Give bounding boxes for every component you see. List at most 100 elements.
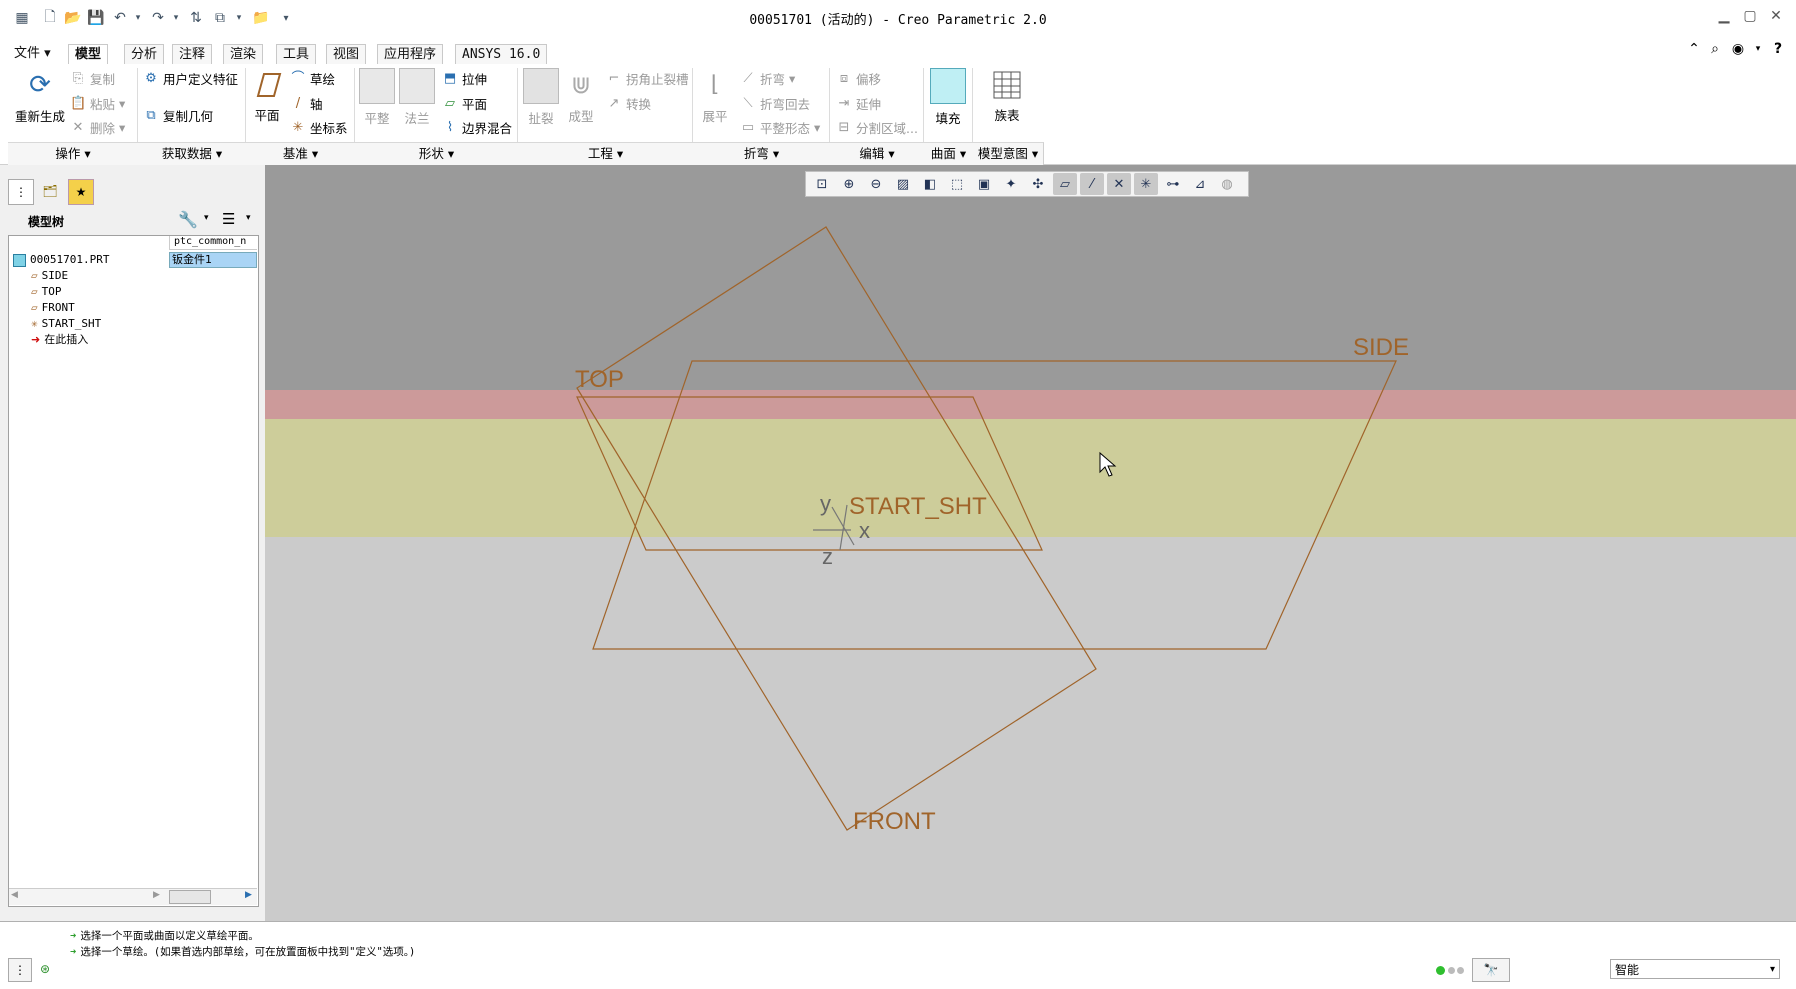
tree-horizontal-scrollbar[interactable]: ◀ ▶ ▶ <box>9 888 257 905</box>
bend-button[interactable]: ⟋ 折弯 ▾ <box>740 69 795 88</box>
extend-button[interactable]: ⇥ 延伸 <box>836 94 881 113</box>
browser-toggle-icon[interactable]: ⊛ <box>34 958 56 980</box>
plane-shape-button[interactable]: ▱ 平面 <box>442 94 487 113</box>
copy-geometry-button[interactable]: ⧉ 复制几何 <box>143 106 213 125</box>
tree-root[interactable]: 00051701.PRT <box>13 252 109 268</box>
csys-display-icon[interactable]: ✳ <box>1134 173 1158 195</box>
view-manager-icon[interactable]: ▣ <box>972 173 996 195</box>
spin-center-icon[interactable]: ✣ <box>1026 173 1050 195</box>
group-editing[interactable]: 编辑 ▾ <box>830 142 925 165</box>
perspective-icon[interactable]: ✦ <box>999 173 1023 195</box>
tree-item-insert-here[interactable]: ➜ 在此插入 <box>31 332 88 348</box>
tree-settings-icon[interactable]: 🔧 <box>178 210 198 229</box>
folder-browser-tab-icon[interactable]: 🗂 <box>38 179 62 203</box>
point-display-icon[interactable]: ✕ <box>1107 173 1131 195</box>
tree-column-value[interactable]: 钣金件1 <box>169 252 257 268</box>
community-icon[interactable]: ◉ <box>1728 39 1748 59</box>
plane-display-icon[interactable]: ▱ <box>1053 173 1077 195</box>
tab-annotate[interactable]: 注释 <box>172 44 213 65</box>
community-dropdown-icon[interactable]: ▾ <box>1748 39 1768 59</box>
rip-button[interactable]: 扯裂 <box>522 68 560 127</box>
paste-button[interactable]: 📋 粘贴 ▾ <box>70 94 125 113</box>
favorites-tab-icon[interactable]: ★ <box>68 179 94 205</box>
tab-analysis[interactable]: 分析 <box>124 44 165 65</box>
csys-label[interactable]: START_SHT <box>849 493 987 520</box>
tab-view[interactable]: 视图 <box>326 44 367 65</box>
user-feature-button[interactable]: ⚙ 用户定义特征 <box>143 69 238 88</box>
maximize-icon[interactable]: ▢ <box>1738 8 1762 28</box>
tab-ansys[interactable]: ANSYS 16.0 <box>455 44 548 65</box>
tree-settings-dropdown-icon[interactable]: ▾ <box>204 213 209 223</box>
axis-display-icon[interactable]: ⁄ <box>1080 173 1104 195</box>
graphics-canvas[interactable]: TOP SIDE FRONT START_SHT y x z <box>265 165 1796 921</box>
scroll-right-icon[interactable]: ▶ <box>153 890 160 900</box>
zoom-out-icon[interactable]: ⊖ <box>864 173 888 195</box>
group-model-intent[interactable]: 模型意图 ▾ <box>973 142 1044 165</box>
bend-back-button[interactable]: ⟍ 折弯回去 <box>740 94 810 113</box>
model-tree-tab-icon[interactable]: ⋮ <box>8 179 34 205</box>
tree-columns-dropdown-icon[interactable]: ▾ <box>246 213 251 223</box>
unbend-button[interactable]: ⌊ 展平 <box>696 68 734 125</box>
flat-button[interactable]: 平整 <box>358 68 396 127</box>
tab-tools[interactable]: 工具 <box>276 44 317 65</box>
split-area-button[interactable]: ⊟ 分割区域... <box>836 118 918 137</box>
tree-item-top[interactable]: ▱ TOP <box>31 284 62 300</box>
group-bends[interactable]: 折弯 ▾ <box>693 142 831 165</box>
appearance-icon[interactable]: ◍ <box>1215 173 1239 195</box>
help-icon[interactable]: ? <box>1768 39 1788 59</box>
group-datum[interactable]: 基准 ▾ <box>246 142 356 165</box>
search-icon[interactable]: ⌕ <box>1705 39 1725 59</box>
family-table-button[interactable]: 族表 <box>986 68 1028 124</box>
convert-button[interactable]: ↗ 转换 <box>606 94 651 113</box>
fill-button[interactable]: 填充 <box>929 68 967 127</box>
navigator-toggle-icon[interactable]: ⋮ <box>8 958 32 982</box>
tab-file[interactable]: 文件 ▾ <box>8 44 57 64</box>
boundary-blend-button[interactable]: ⌇ 边界混合 <box>442 118 512 137</box>
tab-render[interactable]: 渲染 <box>223 44 264 65</box>
graphics-viewport[interactable]: TOP SIDE FRONT START_SHT y x z <box>265 165 1796 921</box>
group-shapes[interactable]: 形状 ▾ <box>355 142 519 165</box>
flat-pattern-button[interactable]: ▭ 平整形态 ▾ <box>740 118 820 137</box>
group-operations[interactable]: 操作 ▾ <box>8 142 139 165</box>
form-button[interactable]: ⋓ 成型 <box>562 68 600 125</box>
minimize-icon[interactable]: ▁ <box>1712 8 1736 28</box>
display-style-icon[interactable]: ◧ <box>918 173 942 195</box>
scroll-thumb[interactable] <box>169 890 211 904</box>
annotation-display-icon[interactable]: ⊶ <box>1161 173 1185 195</box>
extrude-button[interactable]: ⬒ 拉伸 <box>442 69 487 88</box>
delete-button[interactable]: ✕ 删除 ▾ <box>70 118 126 137</box>
collapse-ribbon-icon[interactable]: ⌃ <box>1684 39 1704 59</box>
flange-button[interactable]: 法兰 <box>398 68 436 127</box>
copy-button[interactable]: ⎘ 复制 <box>70 69 115 88</box>
tree-item-front[interactable]: ▱ FRONT <box>31 300 75 316</box>
datum-label-top[interactable]: TOP <box>575 366 624 393</box>
axis-button[interactable]: / 轴 <box>290 94 323 113</box>
offset-button[interactable]: ⧈ 偏移 <box>836 69 881 88</box>
sketch-button[interactable]: ⌒ 草绘 <box>290 69 335 88</box>
scroll-right-icon[interactable]: ▶ <box>245 890 252 900</box>
group-get-data[interactable]: 获取数据 ▾ <box>138 142 247 165</box>
plane-big-button[interactable]: 平面 <box>250 68 284 124</box>
group-surfaces[interactable]: 曲面 ▾ <box>924 142 974 165</box>
tab-applications[interactable]: 应用程序 <box>377 44 444 65</box>
regenerate-button[interactable]: ⟳ 重新生成 <box>12 68 68 125</box>
zoom-in-icon[interactable]: ⊕ <box>837 173 861 195</box>
repaint-icon[interactable]: ▨ <box>891 173 915 195</box>
tree-column-header[interactable]: ptc_common_n <box>169 236 257 250</box>
csys-button[interactable]: ✳ 坐标系 <box>290 118 348 137</box>
refit-icon[interactable]: ⊡ <box>810 173 834 195</box>
datum-label-side[interactable]: SIDE <box>1353 334 1409 361</box>
corner-relief-button[interactable]: ⌐ 拐角止裂槽 <box>606 69 689 88</box>
scroll-left-icon[interactable]: ◀ <box>11 890 18 900</box>
datum-label-front[interactable]: FRONT <box>853 808 936 835</box>
sketch-view-icon[interactable]: ⊿ <box>1188 173 1212 195</box>
tree-item-side[interactable]: ▱ SIDE <box>31 268 68 284</box>
tree-item-start-sht[interactable]: ✳ START_SHT <box>31 316 101 332</box>
tree-columns-icon[interactable]: ☰ <box>222 210 235 228</box>
chevron-down-icon[interactable]: ▾ <box>1770 960 1775 980</box>
selection-filter[interactable]: 智能 ▾ <box>1610 959 1780 979</box>
close-icon[interactable]: ✕ <box>1764 8 1788 28</box>
group-engineering[interactable]: 工程 ▾ <box>518 142 694 165</box>
tab-model[interactable]: 模型 <box>68 44 109 66</box>
saved-orientations-icon[interactable]: ⬚ <box>945 173 969 195</box>
